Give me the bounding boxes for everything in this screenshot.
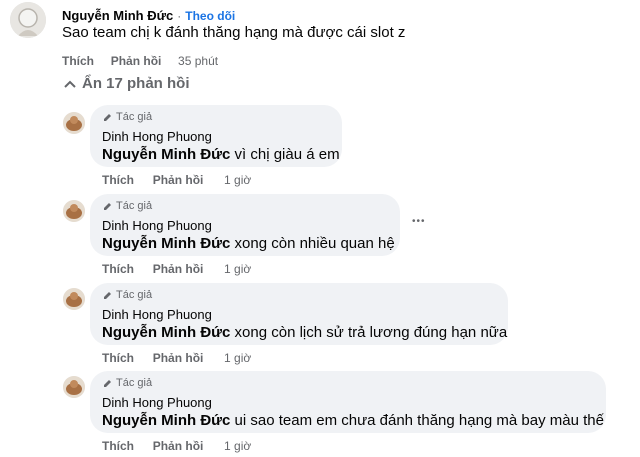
reply-text: Nguyễn Minh Đức ui sao team em chưa đánh… [102, 412, 604, 429]
comment-header: Nguyễn Minh Đức · Theo dõi [62, 8, 235, 23]
reply-time[interactable]: 1 giờ [224, 173, 251, 187]
separator: · [177, 8, 182, 23]
comment-actions: Thích Phản hồi 35 phút [62, 54, 218, 68]
reply-author[interactable]: Dinh Hong Phuong [102, 395, 212, 410]
like-button[interactable]: Thích [102, 351, 134, 365]
reply-body: ui sao team em chưa đánh thăng hạng mà b… [230, 412, 604, 429]
author-badge-label: Tác giả [116, 377, 153, 389]
reply-text: Nguyễn Minh Đức vì chị giàu á em [102, 146, 340, 163]
reply-button[interactable]: Phản hồi [153, 351, 204, 365]
like-button[interactable]: Thích [102, 439, 134, 453]
reply-author[interactable]: Dinh Hong Phuong [102, 307, 212, 322]
reply-button[interactable]: Phản hồi [153, 173, 204, 187]
author-badge-label: Tác giả [116, 111, 153, 123]
mention-link[interactable]: Nguyễn Minh Đức [102, 412, 230, 429]
author-badge: Tác giả [102, 200, 152, 212]
reply-author[interactable]: Dinh Hong Phuong [102, 129, 212, 144]
author-badge-label: Tác giả [116, 200, 153, 212]
author-badge-label: Tác giả [116, 289, 153, 301]
pencil-icon [104, 291, 111, 299]
profile-picture-icon [63, 200, 85, 222]
reply-body: vì chị giàu á em [230, 146, 340, 163]
mention-link[interactable]: Nguyễn Minh Đức [102, 146, 230, 163]
reply-bubble: Tác giả Dinh Hong Phuong Nguyễn Minh Đức… [90, 194, 400, 256]
author-badge: Tác giả [102, 377, 152, 389]
comment-time[interactable]: 35 phút [178, 54, 218, 68]
pencil-icon [104, 113, 111, 121]
comment-text: Sao team chị k đánh thăng hạng mà được c… [62, 24, 406, 41]
reply-time[interactable]: 1 giờ [224, 439, 251, 453]
reply-text: Nguyễn Minh Đức xong còn lịch sử trả lươ… [102, 324, 507, 341]
profile-picture-icon [10, 2, 46, 38]
reply-bubble: Tác giả Dinh Hong Phuong Nguyễn Minh Đức… [90, 283, 508, 345]
reply-body: xong còn nhiều quan hệ [230, 235, 395, 252]
reply-button[interactable]: Phản hồi [111, 54, 162, 68]
avatar[interactable] [63, 376, 85, 398]
reply-time[interactable]: 1 giờ [224, 262, 251, 276]
profile-picture-icon [63, 376, 85, 398]
reply-bubble: Tác giả Dinh Hong Phuong Nguyễn Minh Đức… [90, 371, 606, 433]
reply-body: xong còn lịch sử trả lương đúng hạn nữa [230, 324, 508, 341]
author-badge: Tác giả [102, 289, 152, 301]
avatar[interactable] [63, 112, 85, 134]
reply-actions: Thích Phản hồi 1 giờ [102, 262, 251, 276]
reply-actions: Thích Phản hồi 1 giờ [102, 439, 251, 453]
reply-button[interactable]: Phản hồi [153, 262, 204, 276]
more-options-button[interactable]: ••• [412, 216, 426, 227]
pencil-icon [104, 202, 111, 210]
author-badge: Tác giả [102, 111, 152, 123]
follow-button[interactable]: Theo dõi [185, 9, 235, 23]
mention-link[interactable]: Nguyễn Minh Đức [102, 235, 230, 252]
reply-author[interactable]: Dinh Hong Phuong [102, 218, 212, 233]
reply-actions: Thích Phản hồi 1 giờ [102, 351, 251, 365]
reply-time[interactable]: 1 giờ [224, 351, 251, 365]
hide-replies-label: Ẩn 17 phản hồi [82, 75, 190, 92]
like-button[interactable]: Thích [102, 262, 134, 276]
avatar[interactable] [10, 2, 46, 38]
reply-text: Nguyễn Minh Đức xong còn nhiều quan hệ [102, 235, 395, 252]
comment-author[interactable]: Nguyễn Minh Đức [62, 8, 173, 23]
avatar[interactable] [63, 200, 85, 222]
profile-picture-icon [63, 288, 85, 310]
like-button[interactable]: Thích [102, 173, 134, 187]
chevron-up-icon [64, 80, 76, 88]
avatar[interactable] [63, 288, 85, 310]
mention-link[interactable]: Nguyễn Minh Đức [102, 324, 230, 341]
hide-replies-button[interactable]: Ẩn 17 phản hồi [64, 75, 190, 92]
profile-picture-icon [63, 112, 85, 134]
like-button[interactable]: Thích [62, 54, 94, 68]
reply-actions: Thích Phản hồi 1 giờ [102, 173, 251, 187]
reply-bubble: Tác giả Dinh Hong Phuong Nguyễn Minh Đức… [90, 105, 342, 167]
reply-button[interactable]: Phản hồi [153, 439, 204, 453]
pencil-icon [104, 379, 111, 387]
